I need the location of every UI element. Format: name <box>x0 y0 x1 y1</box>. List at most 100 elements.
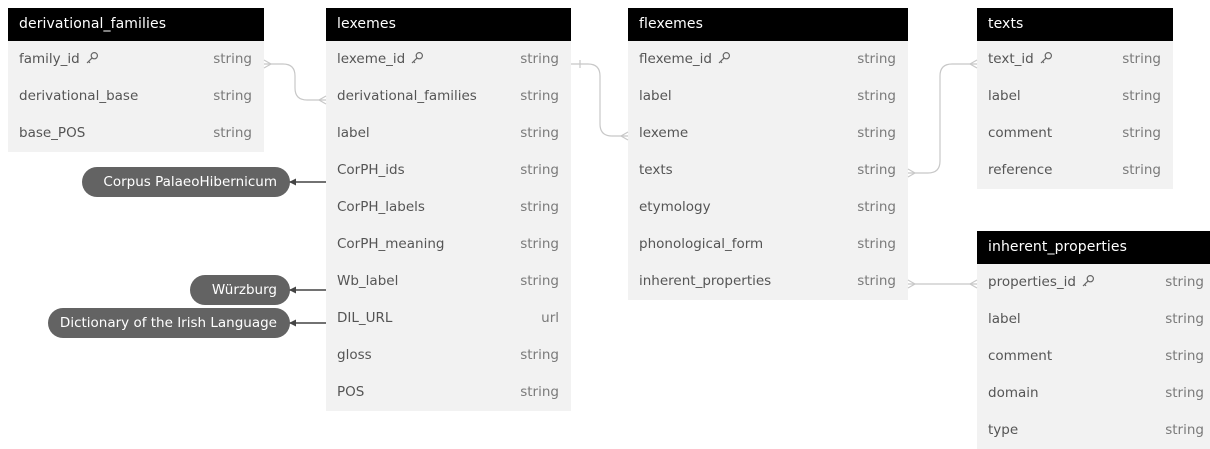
key-icon <box>410 43 424 80</box>
table-row[interactable]: Wb_label string <box>326 263 571 300</box>
arrow-left-icon <box>289 319 296 327</box>
field-type: string <box>213 51 252 67</box>
field-name: CorPH_labels <box>337 199 425 215</box>
table-title: inherent_properties <box>977 231 1210 264</box>
field-type: url <box>541 310 559 326</box>
key-icon <box>1039 43 1053 80</box>
field-name: label <box>337 125 370 141</box>
arrow-left-icon <box>289 286 296 294</box>
field-type: string <box>857 199 896 215</box>
field-name: derivational_families <box>337 88 477 104</box>
relation-line <box>571 63 628 137</box>
table-row[interactable]: etymology string <box>628 189 908 226</box>
table-row[interactable]: lexeme_id string <box>326 41 571 78</box>
field-name: reference <box>988 162 1053 178</box>
table-row[interactable]: comment string <box>977 338 1210 375</box>
table-title: flexemes <box>628 8 908 41</box>
field-type: string <box>857 51 896 67</box>
crowfoot-marker <box>263 59 273 69</box>
field-name: derivational_base <box>19 88 139 104</box>
table-row[interactable]: texts string <box>628 152 908 189</box>
field-type: string <box>1165 385 1204 401</box>
table-row[interactable]: CorPH_ids string <box>326 152 571 189</box>
table-row[interactable]: label string <box>977 301 1210 338</box>
field-name: lexeme <box>639 125 689 141</box>
field-name: gloss <box>337 347 372 363</box>
table-row[interactable]: gloss string <box>326 337 571 374</box>
table-derivational-families[interactable]: derivational_families family_id string d… <box>8 8 264 152</box>
field-type: string <box>1122 162 1161 178</box>
external-source-dil[interactable]: Dictionary of the Irish Language <box>48 308 290 338</box>
table-row[interactable]: label string <box>977 78 1173 115</box>
table-row[interactable]: POS string <box>326 374 571 411</box>
field-type: string <box>857 236 896 252</box>
field-name: flexeme_id <box>639 51 712 67</box>
table-row[interactable]: family_id string <box>8 41 264 78</box>
field-type: string <box>1122 88 1161 104</box>
table-title: derivational_families <box>8 8 264 41</box>
field-type: string <box>520 51 559 67</box>
table-flexemes[interactable]: flexemes flexeme_id string label string … <box>628 8 908 300</box>
arrow-left-icon <box>289 178 296 186</box>
table-row[interactable]: derivational_families string <box>326 78 571 115</box>
table-row[interactable]: type string <box>977 412 1210 449</box>
field-type: string <box>520 347 559 363</box>
table-row[interactable]: domain string <box>977 375 1210 412</box>
table-row[interactable]: base_POS string <box>8 115 264 152</box>
field-name: family_id <box>19 51 80 67</box>
field-type: string <box>1122 51 1161 67</box>
field-name: type <box>988 422 1019 438</box>
field-type: string <box>857 273 896 289</box>
field-type: string <box>1165 422 1204 438</box>
field-name: properties_id <box>988 274 1076 290</box>
table-row[interactable]: label string <box>628 78 908 115</box>
table-row[interactable]: flexeme_id string <box>628 41 908 78</box>
field-type: string <box>520 88 559 104</box>
table-row[interactable]: inherent_properties string <box>628 263 908 300</box>
field-name: label <box>639 88 672 104</box>
table-row[interactable]: DIL_URL url <box>326 300 571 337</box>
crowfoot-marker <box>907 168 917 178</box>
field-name: Wb_label <box>337 273 399 289</box>
table-row[interactable]: label string <box>326 115 571 152</box>
crowfoot-marker <box>968 279 978 289</box>
external-source-wurzburg[interactable]: Würzburg <box>190 275 290 305</box>
field-type: string <box>520 384 559 400</box>
table-row[interactable]: CorPH_labels string <box>326 189 571 226</box>
field-name: CorPH_ids <box>337 162 405 178</box>
table-row[interactable]: lexeme string <box>628 115 908 152</box>
field-name: phonological_form <box>639 236 764 252</box>
external-source-corph[interactable]: Corpus PalaeoHibernicum <box>82 167 290 197</box>
field-type: string <box>1165 274 1204 290</box>
relation-line <box>264 63 326 101</box>
field-type: string <box>857 125 896 141</box>
field-name: inherent_properties <box>639 273 772 289</box>
crowfoot-marker <box>907 279 917 289</box>
field-type: string <box>520 125 559 141</box>
table-row[interactable]: phonological_form string <box>628 226 908 263</box>
field-type: string <box>857 88 896 104</box>
field-type: string <box>213 88 252 104</box>
table-texts[interactable]: texts text_id string label string commen… <box>977 8 1173 189</box>
field-type: string <box>520 199 559 215</box>
field-name: POS <box>337 384 365 400</box>
table-lexemes[interactable]: lexemes lexeme_id string derivational_fa… <box>326 8 571 411</box>
field-name: domain <box>988 385 1039 401</box>
crowfoot-marker <box>968 59 978 69</box>
crowfoot-marker <box>619 131 629 141</box>
field-type: string <box>520 236 559 252</box>
table-inherent-properties[interactable]: inherent_properties properties_id string… <box>977 231 1210 449</box>
table-row[interactable]: properties_id string <box>977 264 1210 301</box>
table-row[interactable]: reference string <box>977 152 1173 189</box>
table-row[interactable]: comment string <box>977 115 1173 152</box>
table-row[interactable]: derivational_base string <box>8 78 264 115</box>
field-name: CorPH_meaning <box>337 236 445 252</box>
field-type: string <box>520 273 559 289</box>
field-name: etymology <box>639 199 711 215</box>
table-row[interactable]: text_id string <box>977 41 1173 78</box>
table-title: texts <box>977 8 1173 41</box>
table-row[interactable]: CorPH_meaning string <box>326 226 571 263</box>
field-type: string <box>1165 311 1204 327</box>
field-type: string <box>857 162 896 178</box>
key-icon <box>717 43 731 80</box>
